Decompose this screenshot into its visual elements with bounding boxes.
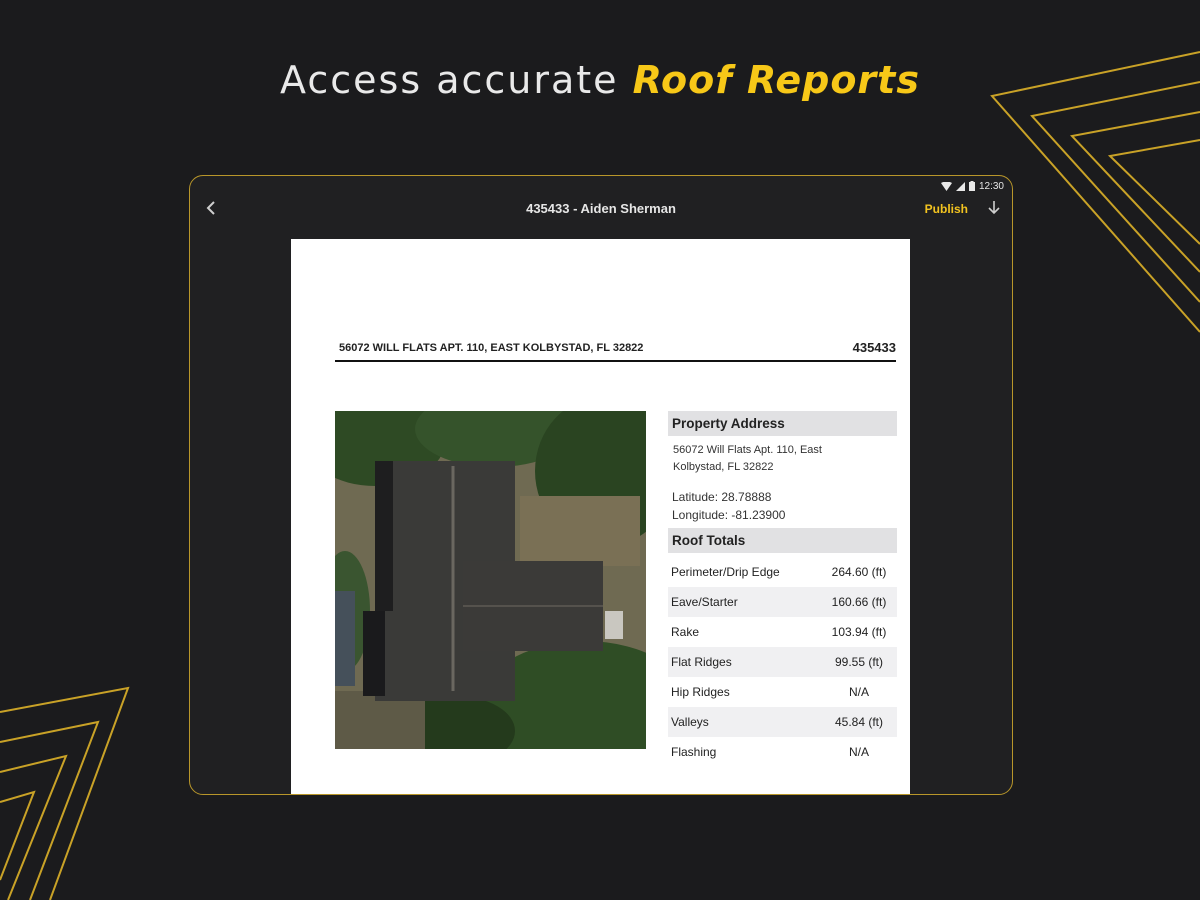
row-label: Perimeter/Drip Edge — [671, 565, 780, 579]
tablet-frame: 12:30 435433 - Aiden Sherman Publish 560… — [189, 175, 1013, 795]
row-label: Rake — [671, 625, 700, 639]
row-value: 45.84 (ft) — [834, 715, 884, 729]
table-row: Perimeter/Drip Edge 264.60 (ft) — [668, 557, 897, 587]
property-address-text: 56072 Will Flats Apt. 110, East Kolbysta… — [668, 436, 897, 476]
download-icon — [988, 201, 1000, 215]
decorative-lines-bottom-left — [0, 686, 130, 900]
table-row: Hip Ridges N/A — [668, 677, 897, 707]
row-label: Valleys — [671, 715, 709, 729]
latitude: Latitude: 28.78888 — [672, 490, 772, 504]
publish-button[interactable]: Publish — [925, 202, 968, 216]
report-page[interactable]: 56072 WILL FLATS APT. 110, EAST KOLBYSTA… — [291, 239, 910, 794]
report-number: 435433 — [852, 340, 896, 355]
headline-accent: Roof Reports — [632, 58, 920, 102]
report-header: 56072 WILL FLATS APT. 110, EAST KOLBYSTA… — [335, 340, 896, 362]
download-button[interactable] — [986, 199, 1002, 217]
property-address-line2: Kolbystad, FL 32822 — [673, 461, 774, 473]
app-bar-title: 435433 - Aiden Sherman — [526, 201, 676, 216]
longitude: Longitude: -81.23900 — [672, 508, 786, 522]
row-label: Eave/Starter — [671, 595, 738, 609]
property-address-heading: Property Address — [668, 411, 897, 436]
table-row: Flashing N/A — [668, 737, 897, 767]
roof-totals-table: Perimeter/Drip Edge 264.60 (ft) Eave/Star… — [668, 557, 897, 767]
aerial-roof-image — [335, 411, 646, 749]
app-bar: 435433 - Aiden Sherman Publish — [190, 190, 1012, 228]
row-label: Flat Ridges — [671, 655, 732, 669]
row-value: N/A — [848, 685, 869, 699]
report-address-line: 56072 WILL FLATS APT. 110, EAST KOLBYSTA… — [339, 342, 644, 354]
property-address-line1: 56072 Will Flats Apt. 110, East — [673, 444, 822, 456]
row-label: Hip Ridges — [671, 685, 730, 699]
headline-prefix: Access accurate — [280, 58, 619, 102]
row-value: 160.66 (ft) — [831, 595, 887, 609]
row-label: Flashing — [671, 745, 717, 759]
coordinates: Latitude: 28.78888 Longitude: -81.23900 — [668, 476, 897, 528]
row-value: N/A — [848, 745, 869, 759]
report-side-panel: Property Address 56072 Will Flats Apt. 1… — [668, 411, 897, 767]
roof-totals-heading: Roof Totals — [668, 528, 897, 553]
headline: Access accurate Roof Reports — [0, 58, 1200, 102]
table-row: Valleys 45.84 (ft) — [668, 707, 897, 737]
table-row: Eave/Starter 160.66 (ft) — [668, 587, 897, 617]
row-value: 103.94 (ft) — [831, 625, 887, 639]
row-value: 264.60 (ft) — [831, 565, 887, 579]
table-row: Flat Ridges 99.55 (ft) — [668, 647, 897, 677]
row-value: 99.55 (ft) — [834, 655, 884, 669]
table-row: Rake 103.94 (ft) — [668, 617, 897, 647]
